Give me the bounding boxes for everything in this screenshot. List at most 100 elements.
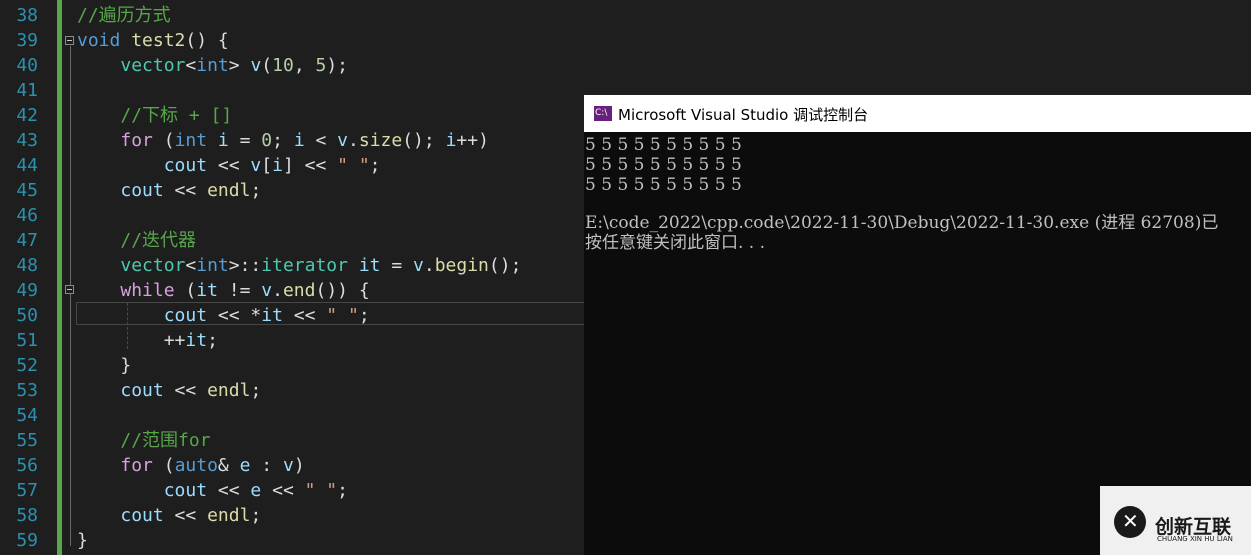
code-token: ;	[250, 505, 262, 526]
code-text[interactable]: cout << v[i] << " ";	[77, 153, 381, 178]
code-text[interactable]: cout << endl;	[77, 503, 261, 528]
line-number: 45	[16, 180, 38, 201]
code-line[interactable]: 39 void test2() {	[0, 28, 1251, 53]
code-token: <<	[207, 480, 251, 501]
code-token: iterator	[261, 255, 348, 276]
code-text[interactable]: cout << endl;	[77, 178, 261, 203]
code-token: ()) {	[315, 280, 370, 301]
code-text[interactable]: }	[77, 353, 131, 378]
code-text[interactable]: cout << e << " ";	[77, 478, 348, 503]
code-token: [	[261, 155, 273, 176]
code-text[interactable]: while (it != v.end()) {	[77, 278, 370, 303]
code-token: ;	[337, 480, 348, 501]
code-token: ;	[250, 380, 262, 401]
code-text[interactable]: //遍历方式	[77, 3, 171, 28]
console-line: 按任意键关闭此窗口. . .	[585, 233, 766, 253]
code-token: (	[152, 130, 175, 151]
line-number: 40	[16, 55, 38, 76]
code-line[interactable]: 38 //遍历方式	[0, 3, 1251, 28]
code-token: <<	[261, 480, 305, 501]
code-token: v	[413, 255, 424, 276]
code-token: >	[228, 55, 251, 76]
code-token: size	[358, 130, 403, 151]
console-line: 5 5 5 5 5 5 5 5 5 5	[585, 155, 742, 175]
fold-toggle-while[interactable]	[65, 285, 74, 294]
code-text[interactable]: //范围for	[77, 428, 210, 453]
line-number: 41	[16, 80, 38, 101]
code-token: e	[239, 455, 251, 476]
code-token: endl	[207, 180, 251, 201]
code-text[interactable]: //迭代器	[77, 228, 196, 253]
line-number: 46	[16, 205, 38, 226]
code-token: v	[261, 280, 273, 301]
code-token: ++)	[456, 130, 489, 151]
code-token: cout	[163, 480, 208, 501]
code-token: .	[348, 130, 359, 151]
fold-range-line	[70, 295, 71, 377]
code-token: while	[120, 280, 175, 301]
code-token: =	[380, 255, 414, 276]
line-number: 53	[16, 380, 38, 401]
line-number: 39	[16, 30, 38, 51]
code-token: () {	[185, 30, 229, 51]
line-number: 59	[16, 530, 38, 551]
code-token: //迭代器	[120, 230, 197, 251]
visual-studio-console-icon: C:\	[594, 106, 612, 121]
code-token: " "	[337, 155, 370, 176]
line-number: 55	[16, 430, 38, 451]
console-line: 5 5 5 5 5 5 5 5 5 5	[585, 175, 742, 195]
code-text[interactable]: //下标 + []	[77, 103, 232, 128]
code-token: 10	[272, 55, 294, 76]
code-token: auto	[174, 455, 218, 476]
code-token: cout	[120, 380, 164, 401]
code-token: i	[293, 130, 305, 151]
code-token: (	[174, 280, 197, 301]
line-number: 42	[16, 105, 38, 126]
code-text[interactable]: void test2() {	[77, 28, 229, 53]
console-line: E:\code_2022\cpp.code\2022-11-30\Debug\2…	[585, 213, 1219, 233]
code-token: v	[250, 155, 262, 176]
code-token: ();	[488, 255, 522, 276]
line-number: 38	[16, 5, 38, 26]
code-text[interactable]: vector<int>::iterator it = v.begin();	[77, 253, 521, 278]
code-token: void	[77, 30, 121, 51]
code-text[interactable]: for (int i = 0; i < v.size(); i++)	[77, 128, 489, 153]
code-token: v	[282, 455, 294, 476]
code-token: }	[77, 355, 132, 376]
code-token: .	[272, 280, 283, 301]
code-token: i	[445, 130, 457, 151]
code-token: " "	[304, 480, 338, 501]
code-token: )	[293, 455, 305, 476]
code-token: (	[152, 455, 175, 476]
brand-name-en: CHUANG XIN HU LIAN	[1157, 535, 1233, 543]
code-token: <<	[163, 380, 208, 401]
line-number: 52	[16, 355, 38, 376]
code-token: <	[304, 130, 338, 151]
line-number: 49	[16, 280, 38, 301]
code-text[interactable]: ++it;	[77, 328, 218, 353]
code-token: (	[261, 55, 273, 76]
line-number: 58	[16, 505, 38, 526]
code-token: <	[185, 55, 197, 76]
code-text[interactable]: }	[77, 528, 88, 553]
code-token: //下标 + []	[120, 105, 233, 126]
code-line[interactable]: 40 vector<int> v(10, 5);	[0, 53, 1251, 78]
code-token: v	[337, 130, 349, 151]
fold-toggle-test2[interactable]	[65, 36, 74, 45]
code-text[interactable]: cout << endl;	[77, 378, 261, 403]
code-token: ++	[77, 330, 186, 351]
code-token: i	[272, 155, 283, 176]
console-title-bar[interactable]: C:\ Microsoft Visual Studio 调试控制台	[584, 95, 1251, 132]
code-text[interactable]: vector<int> v(10, 5);	[77, 53, 348, 78]
code-token: int	[196, 255, 229, 276]
code-text[interactable]: for (auto& e : v)	[77, 453, 305, 478]
